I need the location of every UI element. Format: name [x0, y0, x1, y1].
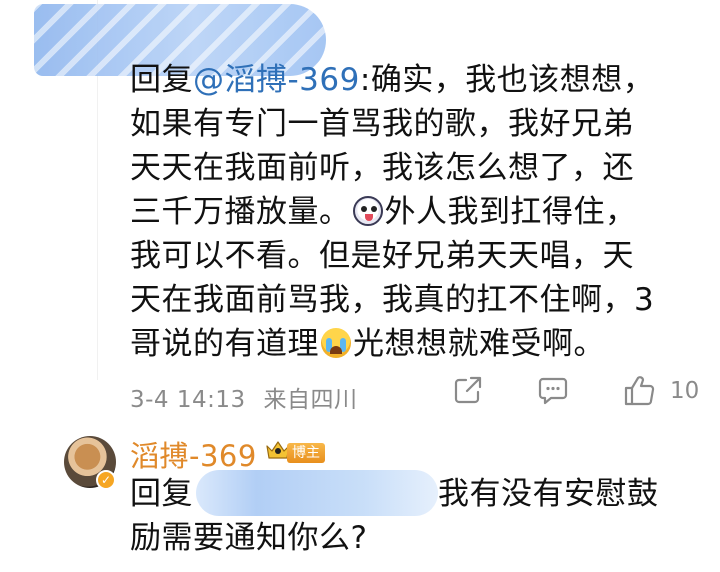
comment-location: 来自四川	[263, 387, 358, 413]
reply-author-name[interactable]: 滔搏-369	[130, 433, 257, 475]
comment-line: 外人我到扛得住，	[384, 194, 637, 230]
crying-emoji-icon	[321, 328, 351, 358]
comment-line: 确实，我也该想想，	[370, 62, 655, 98]
comment-line: 天在我面前骂我，我真的扛不住啊，3	[130, 282, 655, 318]
comment-time: 3-4 14:13	[130, 387, 246, 413]
comment-body: 回复@滔搏-369:确实，我也该想想， 如果有专门一首骂我的歌，我好兄弟 天天在…	[130, 58, 710, 366]
reply-prefix: 回复	[130, 476, 193, 512]
reply-line: 我有没有安慰鼓	[438, 476, 659, 512]
reply-line: 励需要通知你么?	[130, 520, 368, 556]
comment-line: 如果有专门一首骂我的歌，我好兄弟	[130, 106, 634, 142]
skull-emoji-icon	[352, 196, 383, 226]
verified-badge-icon: ✓	[96, 470, 116, 490]
comment-meta: 3-4 14:13 来自四川	[130, 380, 367, 414]
mention-link[interactable]: @滔搏-369	[193, 62, 360, 98]
reply-prefix: 回复	[130, 62, 193, 98]
share-icon[interactable]	[452, 374, 484, 406]
author-badge: 博主	[287, 443, 325, 463]
reply-body: 回复 我有没有安慰鼓 励需要通知你么?	[130, 472, 710, 560]
like-count: 10	[670, 378, 700, 404]
comment-line: 天天在我面前听，我该怎么想了，还	[130, 150, 634, 186]
comment-line: 我可以不看。但是好兄弟天天唱，天	[130, 238, 634, 274]
comment-line: 哥说的有道理	[130, 326, 319, 362]
comment-icon[interactable]	[537, 374, 569, 406]
comment-line: 光想想就难受啊。	[353, 326, 605, 362]
comment-line: 三千万播放量。	[130, 194, 351, 230]
like-icon[interactable]	[622, 374, 656, 408]
